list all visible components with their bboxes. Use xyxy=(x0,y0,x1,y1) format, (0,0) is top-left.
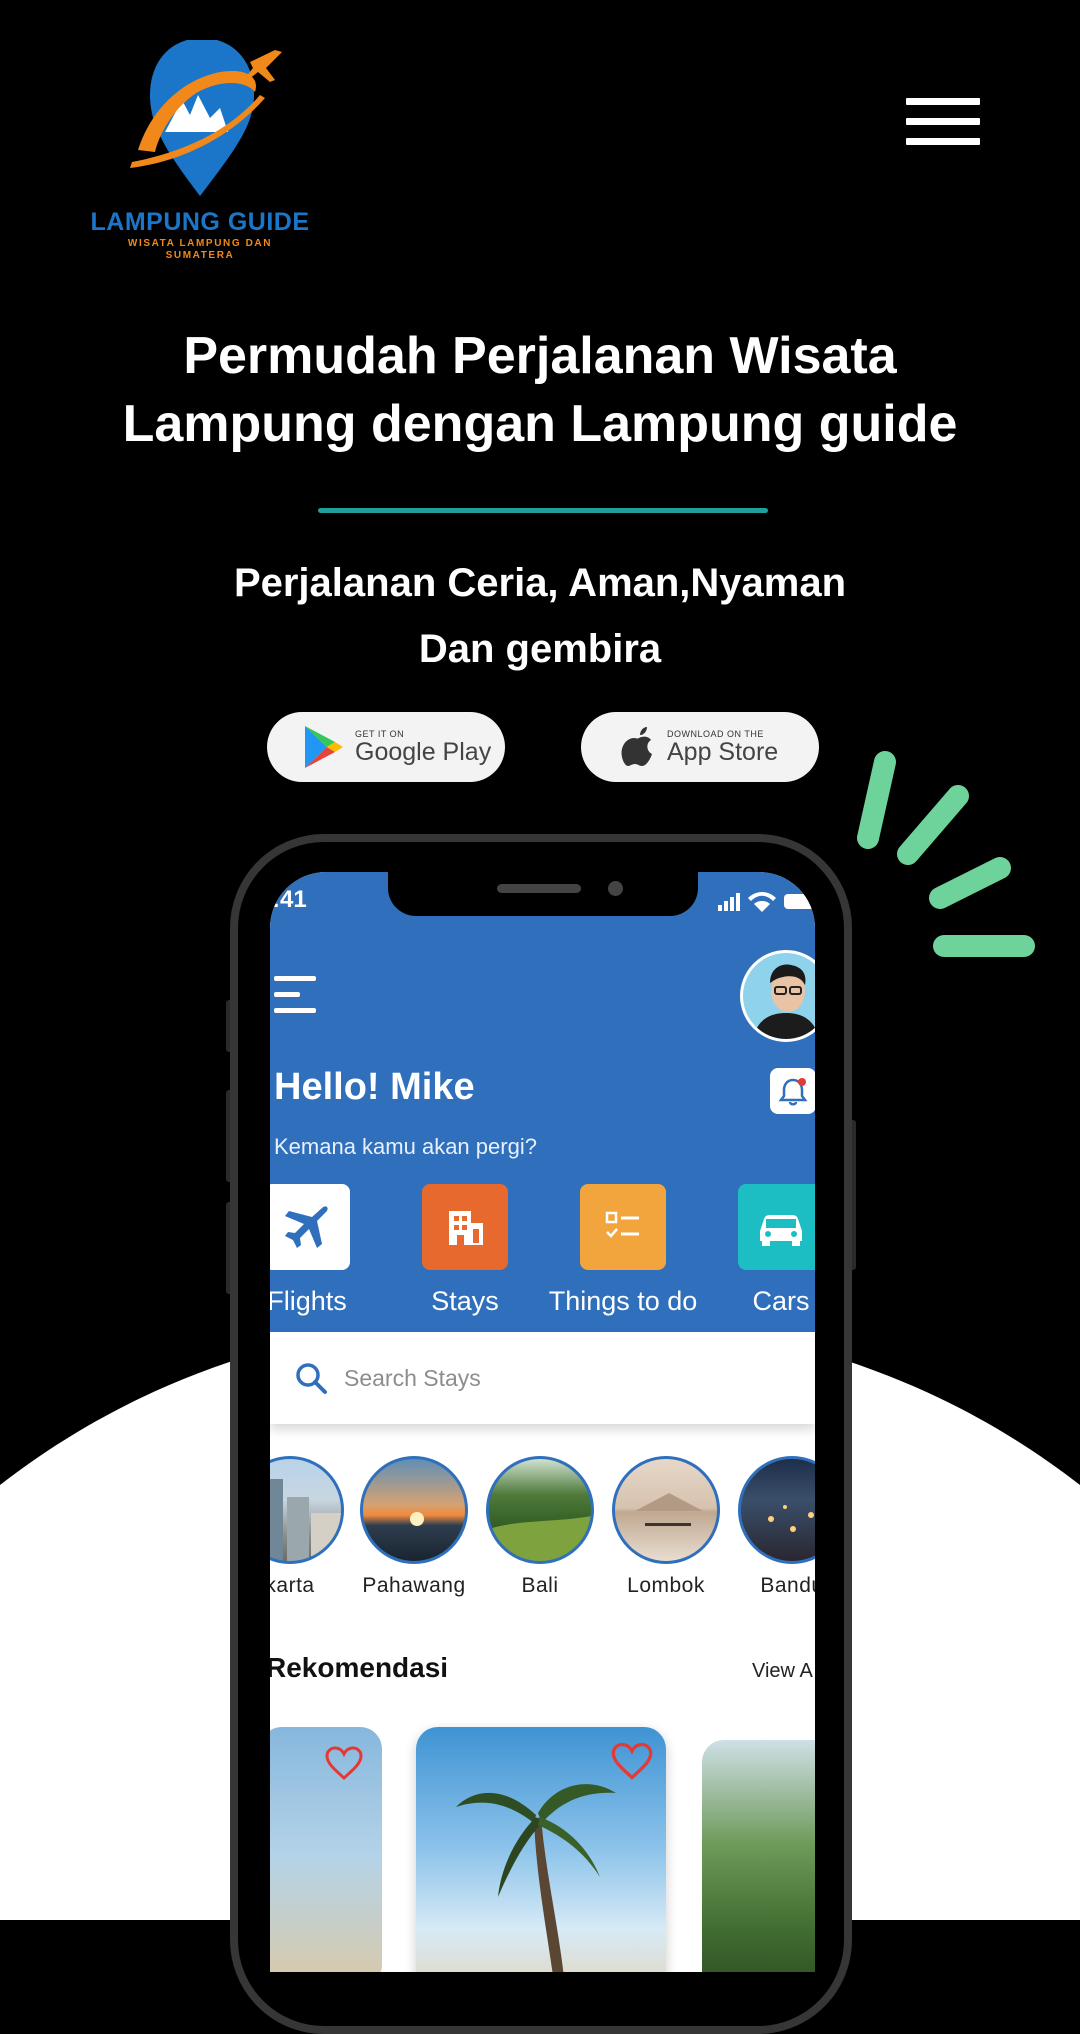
view-all-link[interactable]: View A xyxy=(752,1660,813,1683)
hero-tagline-line2: Dan gembira xyxy=(418,627,662,671)
phone-speaker xyxy=(497,884,581,893)
battery-icon xyxy=(784,894,815,909)
brand-tagline-line1: WISATA LAMPUNG DAN xyxy=(127,238,273,249)
status-icons xyxy=(718,892,815,912)
category-cars[interactable]: Cars xyxy=(706,1184,815,1317)
hero-headline-line1: Permudah Perjalanan Wisata xyxy=(183,327,897,385)
phone-notch xyxy=(388,872,698,916)
hero-tagline: Perjalanan Ceria, Aman,Nyaman Dan gembir… xyxy=(140,550,940,682)
city-skyline-image xyxy=(270,1479,341,1561)
destination-photo xyxy=(360,1456,468,1564)
destination-photo xyxy=(738,1456,815,1564)
destination-name: Pahawang xyxy=(362,1574,466,1597)
recommendation-card[interactable] xyxy=(270,1727,382,1972)
menu-bar xyxy=(906,98,980,105)
search-input[interactable]: Search Stays xyxy=(270,1332,815,1424)
destination-pahawang[interactable]: Pahawang xyxy=(354,1456,474,1598)
brand-tagline-line2: SUMATERA xyxy=(165,250,235,261)
category-flights[interactable]: Flights xyxy=(270,1184,382,1317)
destination-bali[interactable]: Bali xyxy=(480,1456,600,1598)
menu-button[interactable] xyxy=(906,98,980,150)
app-store-button[interactable]: DOWNLOAD ON THE App Store xyxy=(581,712,819,782)
teal-divider xyxy=(318,508,768,513)
wifi-icon xyxy=(748,892,776,912)
category-tile xyxy=(580,1184,666,1270)
menu-bar xyxy=(906,138,980,145)
destination-bandung[interactable]: Bandu xyxy=(732,1456,815,1598)
destination-photo xyxy=(270,1456,344,1564)
signal-icon xyxy=(718,893,740,911)
category-label: Stays xyxy=(431,1286,499,1316)
brand-name: LAMPUNG GUIDE xyxy=(90,208,310,236)
recommendation-card[interactable] xyxy=(702,1740,815,1972)
person-avatar-icon xyxy=(753,964,815,1039)
hero-tagline-line1: Perjalanan Ceria, Aman,Nyaman xyxy=(233,561,847,605)
status-time: :41 xyxy=(272,886,307,913)
category-label: Things to do xyxy=(548,1286,698,1316)
map-pin-plane-icon xyxy=(130,40,282,196)
google-play-label: Google Play xyxy=(355,738,492,766)
section-title: Rekomendasi xyxy=(270,1652,449,1683)
destination-question: Kemana kamu akan pergi? xyxy=(274,1134,537,1159)
category-label: Flights xyxy=(270,1286,347,1316)
google-play-button[interactable]: GET IT ON Google Play xyxy=(267,712,505,782)
phone-camera xyxy=(608,881,623,896)
google-play-icon xyxy=(305,726,343,768)
rice-terrace-image xyxy=(489,1516,591,1561)
notification-button[interactable] xyxy=(770,1068,815,1114)
menu-bar xyxy=(274,976,316,981)
sunset-beach-image xyxy=(410,1512,424,1526)
destination-jakarta[interactable]: karta xyxy=(270,1456,350,1598)
category-tile xyxy=(738,1184,815,1270)
brand-logo[interactable]: LAMPUNG GUIDE WISATA LAMPUNG DAN SUMATER… xyxy=(70,40,330,270)
app-store-label: App Store xyxy=(667,738,779,766)
destination-lombok[interactable]: Lombok xyxy=(606,1456,726,1598)
destination-name: Bandu xyxy=(760,1574,815,1597)
destination-photo xyxy=(486,1456,594,1564)
phone-screen: :41 Hello! Mike Kemana kamu akan pergi? xyxy=(270,872,815,1972)
recommendation-card[interactable] xyxy=(416,1727,666,1972)
destination-name: Bali xyxy=(521,1574,559,1597)
destination-photo xyxy=(612,1456,720,1564)
menu-bar xyxy=(274,1008,316,1013)
category-stays[interactable]: Stays xyxy=(390,1184,540,1317)
city-night-image xyxy=(768,1505,814,1532)
airplane-icon xyxy=(285,1206,328,1248)
category-tile xyxy=(422,1184,508,1270)
greeting: Hello! Mike xyxy=(274,1066,475,1108)
checklist-icon xyxy=(605,1211,639,1238)
destination-name: karta xyxy=(270,1574,315,1597)
search-placeholder: Search Stays xyxy=(344,1364,481,1391)
category-label: Cars xyxy=(752,1286,810,1316)
menu-bar xyxy=(906,118,980,125)
car-icon xyxy=(760,1215,802,1246)
heart-icon[interactable] xyxy=(324,1745,364,1781)
category-tile xyxy=(270,1184,350,1270)
heart-icon[interactable] xyxy=(610,1741,654,1781)
bell-icon xyxy=(778,1078,808,1106)
calm-sea-image xyxy=(635,1493,703,1526)
hero-headline-line2: Lampung dengan Lampung guide xyxy=(122,395,958,453)
menu-bar xyxy=(274,992,300,997)
building-icon xyxy=(449,1211,483,1245)
green-rays-decoration xyxy=(857,751,1035,957)
app-menu-icon[interactable] xyxy=(274,976,316,1016)
category-things-to-do[interactable]: Things to do xyxy=(548,1184,698,1317)
search-icon xyxy=(296,1363,327,1394)
apple-icon xyxy=(621,727,652,766)
brand-tagline: WISATA LAMPUNG DAN SUMATERA xyxy=(110,238,290,262)
destination-name: Lombok xyxy=(627,1574,705,1597)
hero-headline: Permudah Perjalanan Wisata Lampung denga… xyxy=(40,322,1040,458)
